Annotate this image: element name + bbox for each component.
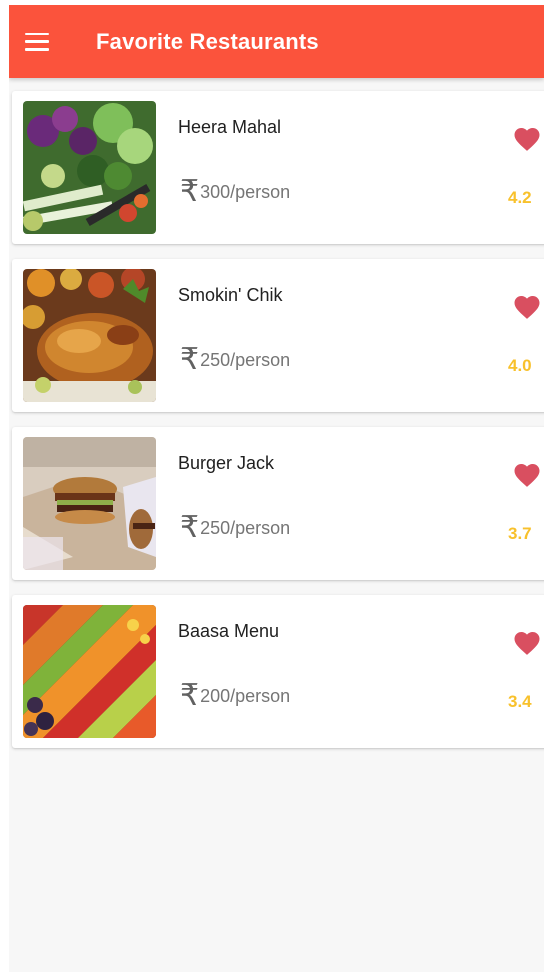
screen: Favorite Restaurants Heera Mahal ₹ 300/p… bbox=[9, 5, 544, 972]
restaurant-card[interactable]: Heera Mahal ₹ 300/person 4.2 bbox=[12, 91, 544, 244]
restaurant-card[interactable]: Baasa Menu ₹ 200/person 3.4 bbox=[12, 595, 544, 748]
page-title: Favorite Restaurants bbox=[96, 28, 319, 54]
price-text: 200/person bbox=[200, 685, 291, 706]
rupee-icon: ₹ bbox=[180, 174, 200, 209]
price-text: 250/person bbox=[200, 517, 291, 538]
rupee-icon: ₹ bbox=[180, 510, 200, 545]
restaurant-image bbox=[23, 605, 156, 738]
restaurant-image bbox=[23, 269, 156, 402]
price-per-person: ₹ 300/person bbox=[180, 177, 290, 207]
restaurant-name: Heera Mahal bbox=[178, 117, 282, 137]
burgers-photo bbox=[23, 437, 156, 570]
price-text: 250/person bbox=[200, 349, 291, 370]
restaurant-card[interactable]: Smokin' Chik ₹ 250/person 4.0 bbox=[12, 259, 544, 412]
vegetables-photo bbox=[23, 101, 156, 234]
restaurant-card[interactable]: Burger Jack ₹ 250/person 3.7 bbox=[12, 427, 544, 580]
roast-chicken-photo bbox=[23, 269, 156, 402]
rating-value: 4.0 bbox=[508, 356, 532, 375]
restaurant-image bbox=[23, 101, 156, 234]
rating-value: 3.4 bbox=[508, 692, 532, 711]
restaurant-name: Smokin' Chik bbox=[178, 285, 283, 305]
restaurant-name: Burger Jack bbox=[178, 453, 275, 473]
app-bar: Favorite Restaurants bbox=[9, 5, 544, 78]
price-per-person: ₹ 200/person bbox=[180, 681, 290, 711]
produce-market-photo bbox=[23, 605, 156, 738]
restaurant-image bbox=[23, 437, 156, 570]
rupee-icon: ₹ bbox=[180, 678, 200, 713]
heart-icon[interactable] bbox=[512, 292, 542, 320]
rupee-icon: ₹ bbox=[180, 342, 200, 377]
heart-icon[interactable] bbox=[512, 124, 542, 152]
restaurant-name: Baasa Menu bbox=[178, 621, 280, 641]
rating-value: 4.2 bbox=[508, 188, 532, 207]
heart-icon[interactable] bbox=[512, 628, 542, 656]
rating-value: 3.7 bbox=[508, 524, 532, 543]
price-per-person: ₹ 250/person bbox=[180, 513, 290, 543]
heart-icon[interactable] bbox=[512, 460, 542, 488]
restaurant-list: Heera Mahal ₹ 300/person 4.2 Smokin' Chi… bbox=[9, 78, 544, 748]
price-text: 300/person bbox=[200, 181, 291, 202]
hamburger-menu-icon[interactable] bbox=[25, 32, 49, 51]
price-per-person: ₹ 250/person bbox=[180, 345, 290, 375]
